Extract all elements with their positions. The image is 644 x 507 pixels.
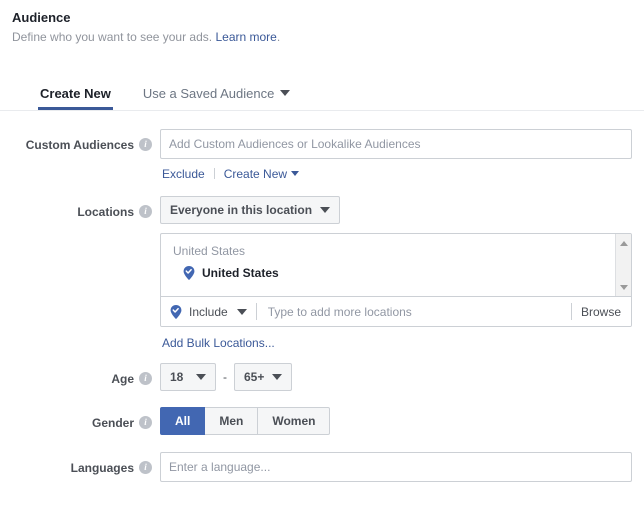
locations-typeahead-input[interactable]: [265, 300, 562, 323]
map-pin-check-icon: [170, 304, 182, 319]
locations-scrollbar[interactable]: [615, 234, 631, 296]
locations-field: Everyone in this location United States …: [160, 196, 644, 351]
gender-option-men[interactable]: Men: [205, 406, 259, 435]
gender-segmented-control: All Men Women: [160, 406, 331, 435]
learn-more-link[interactable]: Learn more: [215, 30, 276, 44]
age-label: Age i: [0, 363, 160, 394]
gender-field: All Men Women: [160, 406, 644, 435]
chevron-down-icon: [196, 374, 206, 380]
list-item[interactable]: United States: [161, 259, 631, 281]
info-icon[interactable]: i: [139, 460, 152, 474]
include-label: Include: [189, 304, 228, 319]
exclude-link[interactable]: Exclude: [162, 167, 205, 181]
tabs-divider: [0, 110, 644, 111]
languages-field: [160, 451, 644, 482]
age-max-value: 65+: [244, 370, 265, 384]
locations-label: Locations i: [0, 196, 160, 227]
sublink-divider: [213, 168, 215, 179]
scroll-down-arrow-icon[interactable]: [616, 281, 631, 293]
footer-divider: [570, 303, 572, 320]
languages-input[interactable]: [160, 451, 632, 482]
custom-audiences-label: Custom Audiences i: [0, 129, 160, 160]
footer-divider: [255, 303, 257, 320]
audience-tabs: Create New Use a Saved Audience: [0, 69, 644, 111]
chevron-down-icon: [236, 308, 247, 315]
add-bulk-locations-link[interactable]: Add Bulk Locations...: [162, 336, 275, 350]
info-icon[interactable]: i: [139, 205, 152, 219]
gender-label-text: Gender: [91, 415, 134, 430]
age-max-dropdown[interactable]: 65+: [234, 363, 293, 391]
custom-audiences-field: Exclude Create New: [160, 129, 644, 182]
custom-audiences-label-text: Custom Audiences: [25, 137, 134, 152]
tab-create-new-label: Create New: [40, 86, 111, 101]
list-item-label: United States: [202, 266, 279, 280]
info-icon[interactable]: i: [139, 372, 152, 386]
languages-label: Languages i: [0, 452, 160, 483]
gender-option-women[interactable]: Women: [258, 406, 331, 435]
location-scope-dropdown[interactable]: Everyone in this location: [160, 196, 341, 224]
tab-create-new[interactable]: Create New: [24, 86, 127, 111]
info-icon[interactable]: i: [139, 416, 152, 430]
map-pin-check-icon: [183, 266, 195, 280]
page-subtitle-text: Define who you want to see your ads.: [12, 30, 213, 44]
age-label-text: Age: [111, 371, 134, 386]
age-min-value: 18: [170, 370, 184, 384]
gender-label: Gender i: [0, 407, 160, 438]
audience-section-header: Audience Define who you want to see your…: [0, 0, 644, 45]
page-title: Audience: [12, 10, 71, 25]
tab-use-saved-audience[interactable]: Use a Saved Audience: [127, 86, 307, 111]
browse-locations-button[interactable]: Browse: [581, 305, 631, 319]
chevron-down-icon: [291, 171, 300, 176]
custom-audiences-sublinks: Exclude Create New: [160, 166, 632, 182]
row-age: Age i 18 - 65+: [0, 363, 644, 394]
age-range-separator: -: [223, 370, 227, 384]
scroll-up-arrow-icon[interactable]: [616, 237, 631, 249]
locations-group-header: United States: [173, 244, 246, 258]
info-icon[interactable]: i: [139, 138, 152, 152]
include-exclude-dropdown[interactable]: Include: [170, 304, 247, 319]
locations-label-text: Locations: [77, 204, 134, 219]
location-scope-label: Everyone in this location: [170, 203, 313, 217]
locations-box: United States United States Include Type…: [160, 233, 632, 327]
row-gender: Gender i All Men Women: [0, 406, 644, 438]
create-new-audience-link[interactable]: Create New: [224, 167, 287, 181]
chevron-down-icon: [280, 90, 291, 96]
page-subtitle-period: .: [276, 30, 281, 44]
chevron-down-icon: [320, 207, 331, 213]
row-locations: Locations i Everyone in this location Uni…: [0, 196, 644, 351]
custom-audiences-input[interactable]: [160, 129, 632, 159]
selected-locations-list: United States United States: [161, 234, 631, 297]
row-custom-audiences: Custom Audiences i Exclude Create New: [0, 129, 644, 182]
bulk-locations-row: Add Bulk Locations...: [160, 335, 632, 351]
locations-footer: Include Browse: [161, 297, 631, 326]
page-subtitle: Define who you want to see your ads. Lea…: [12, 29, 644, 45]
gender-option-all[interactable]: All: [160, 406, 206, 435]
audience-form: Custom Audiences i Exclude Create New Loca…: [0, 111, 644, 482]
age-min-dropdown[interactable]: 18: [160, 363, 216, 391]
tab-use-saved-audience-label: Use a Saved Audience: [142, 86, 275, 101]
row-languages: Languages i: [0, 451, 644, 483]
chevron-down-icon: [272, 374, 283, 380]
languages-label-text: Languages: [70, 460, 134, 475]
age-field: 18 - 65+: [160, 363, 644, 391]
